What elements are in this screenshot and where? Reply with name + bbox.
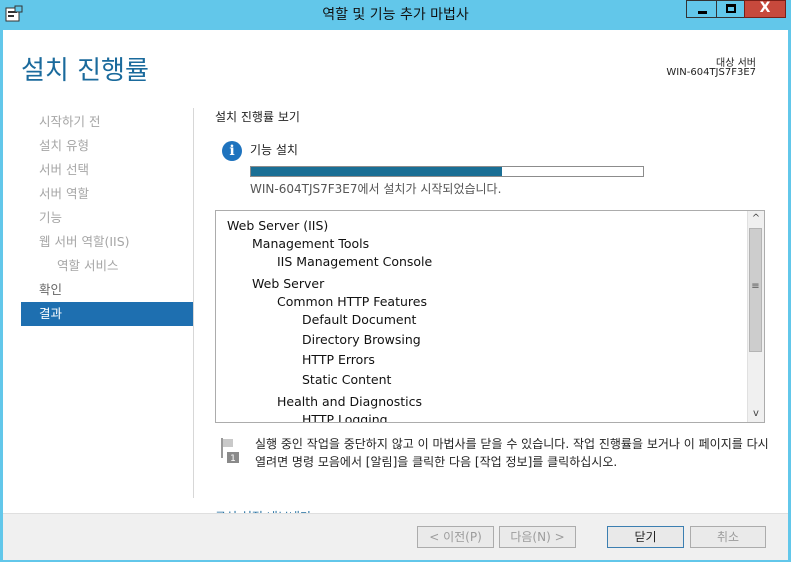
feature-list[interactable]: Web Server (IIS) Management Tools IIS Ma… — [215, 210, 765, 423]
list-item: Web Server (IIS) — [227, 218, 329, 233]
page-title: 설치 진행률 — [21, 56, 149, 86]
footer-bar: < 이전(P) 다음(N) > 닫기 취소 — [3, 513, 788, 560]
info-icon: i — [222, 141, 242, 161]
progress-fill — [251, 167, 502, 176]
title-bar[interactable]: 역할 및 기능 추가 마법사 X — [0, 0, 791, 30]
nav-divider — [193, 108, 194, 498]
wizard-nav: 시작하기 전 설치 유형 서버 선택 서버 역할 기능 웹 서버 역할(IIS)… — [21, 110, 193, 326]
maximize-icon — [726, 4, 736, 13]
nav-item-features: 기능 — [39, 210, 63, 225]
feature-install-label: 기능 설치 — [250, 143, 298, 157]
info-note: 실행 중인 작업을 중단하지 않고 이 마법사를 닫을 수 있습니다. 작업 진… — [255, 437, 769, 469]
next-button[interactable]: 다음(N) > — [499, 526, 576, 548]
list-item: Management Tools — [252, 236, 370, 251]
list-item: HTTP Logging — [302, 412, 388, 423]
close-button[interactable]: 닫기 — [607, 526, 684, 548]
minimize-icon — [698, 11, 707, 14]
nav-item-before-you-begin: 시작하기 전 — [39, 114, 101, 129]
minimize-button[interactable] — [686, 0, 717, 18]
list-item: Directory Browsing — [302, 332, 421, 347]
install-progress-bar — [250, 166, 644, 177]
window-title: 역할 및 기능 추가 마법사 — [322, 7, 469, 23]
cancel-button[interactable]: 취소 — [690, 526, 766, 548]
nav-item-role-services: 역할 서비스 — [57, 258, 119, 273]
list-item: Web Server — [252, 276, 325, 291]
grip-icon: ≡ — [751, 281, 760, 292]
notification-flag-icon: 1 — [221, 438, 239, 463]
progress-status: WIN-604TJS7F3E7에서 설치가 시작되었습니다. — [250, 182, 502, 196]
close-window-button[interactable]: X — [744, 0, 786, 18]
maximize-button[interactable] — [716, 0, 745, 18]
nav-item-server-roles: 서버 역할 — [39, 186, 89, 201]
scroll-up-icon[interactable]: ^ — [748, 211, 764, 227]
section-title: 설치 진행률 보기 — [215, 110, 300, 124]
nav-item-confirmation[interactable]: 확인 — [21, 278, 193, 302]
close-icon: X — [759, 0, 771, 16]
list-item: Health and Diagnostics — [277, 394, 423, 409]
nav-item-installation-type: 설치 유형 — [39, 138, 89, 153]
previous-button[interactable]: < 이전(P) — [417, 526, 494, 548]
list-item: Default Document — [302, 312, 417, 327]
wizard-client-area: 설치 진행률 대상 서버 WIN-604TJS7F3E7 시작하기 전 설치 유… — [3, 30, 788, 560]
list-item: Common HTTP Features — [277, 294, 427, 309]
note-badge-number: 1 — [230, 454, 236, 463]
wizard-window: 역할 및 기능 추가 마법사 X 설치 진행률 대상 서버 WIN-604TJS… — [0, 0, 791, 562]
target-server-name: WIN-604TJS7F3E7 — [666, 67, 756, 78]
list-scrollbar[interactable]: ^ ≡ v — [747, 211, 764, 422]
nav-item-server-selection: 서버 선택 — [39, 162, 89, 177]
list-item: HTTP Errors — [302, 352, 375, 367]
nav-item-results[interactable]: 결과 — [21, 302, 193, 326]
scroll-thumb[interactable]: ≡ — [749, 228, 762, 352]
scroll-down-icon[interactable]: v — [748, 406, 764, 422]
list-item: Static Content — [302, 372, 392, 387]
nav-item-web-server-role: 웹 서버 역할(IIS) — [39, 234, 130, 249]
list-item: IIS Management Console — [277, 254, 433, 269]
